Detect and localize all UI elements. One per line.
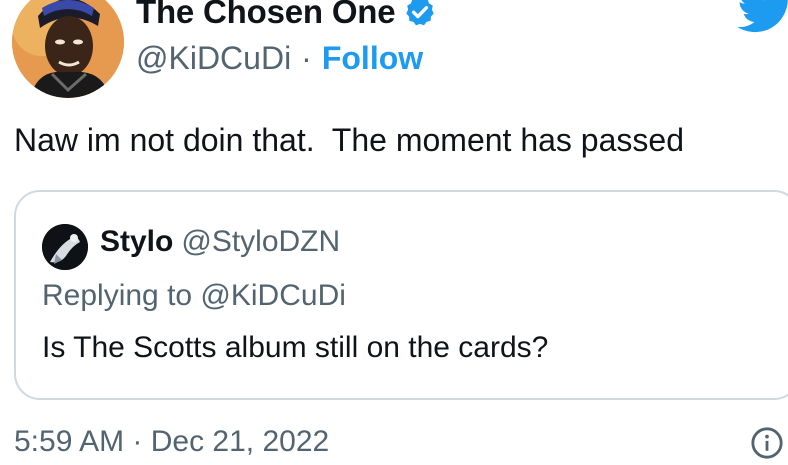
quoted-handle[interactable]: @StyloDZN bbox=[181, 225, 340, 258]
quoted-replying-to: Replying to @KiDCuDi bbox=[42, 279, 346, 312]
author-name-row: The Chosen One bbox=[136, 0, 437, 32]
author-avatar[interactable] bbox=[12, 0, 124, 98]
follow-button[interactable]: Follow bbox=[322, 38, 423, 78]
info-icon[interactable] bbox=[750, 426, 784, 460]
quoted-tweet-text: Is The Scotts album still on the cards? bbox=[42, 331, 549, 364]
tweet-text: Naw im not doin that. The moment has pas… bbox=[14, 122, 684, 158]
handle-separator: · bbox=[301, 40, 312, 76]
author-handle[interactable]: @KiDCuDi bbox=[136, 38, 291, 78]
twitter-bird-icon[interactable] bbox=[736, 0, 788, 34]
author-handle-row: @KiDCuDi · Follow bbox=[136, 38, 423, 78]
quoted-author-avatar bbox=[42, 224, 88, 270]
author-avatar-image bbox=[12, 0, 124, 98]
author-display-name[interactable]: The Chosen One bbox=[136, 0, 396, 32]
quoted-tweet-card[interactable]: Stylo @StyloDZN Replying to @KiDCuDi Is T… bbox=[14, 190, 788, 400]
quoted-display-name[interactable]: Stylo bbox=[100, 225, 173, 258]
verified-badge-icon bbox=[403, 0, 437, 29]
tweet-timestamp[interactable]: 5:59 AM · Dec 21, 2022 bbox=[14, 422, 329, 462]
quoted-header: Stylo @StyloDZN bbox=[100, 222, 340, 262]
quoted-author-avatar-image bbox=[42, 224, 88, 270]
